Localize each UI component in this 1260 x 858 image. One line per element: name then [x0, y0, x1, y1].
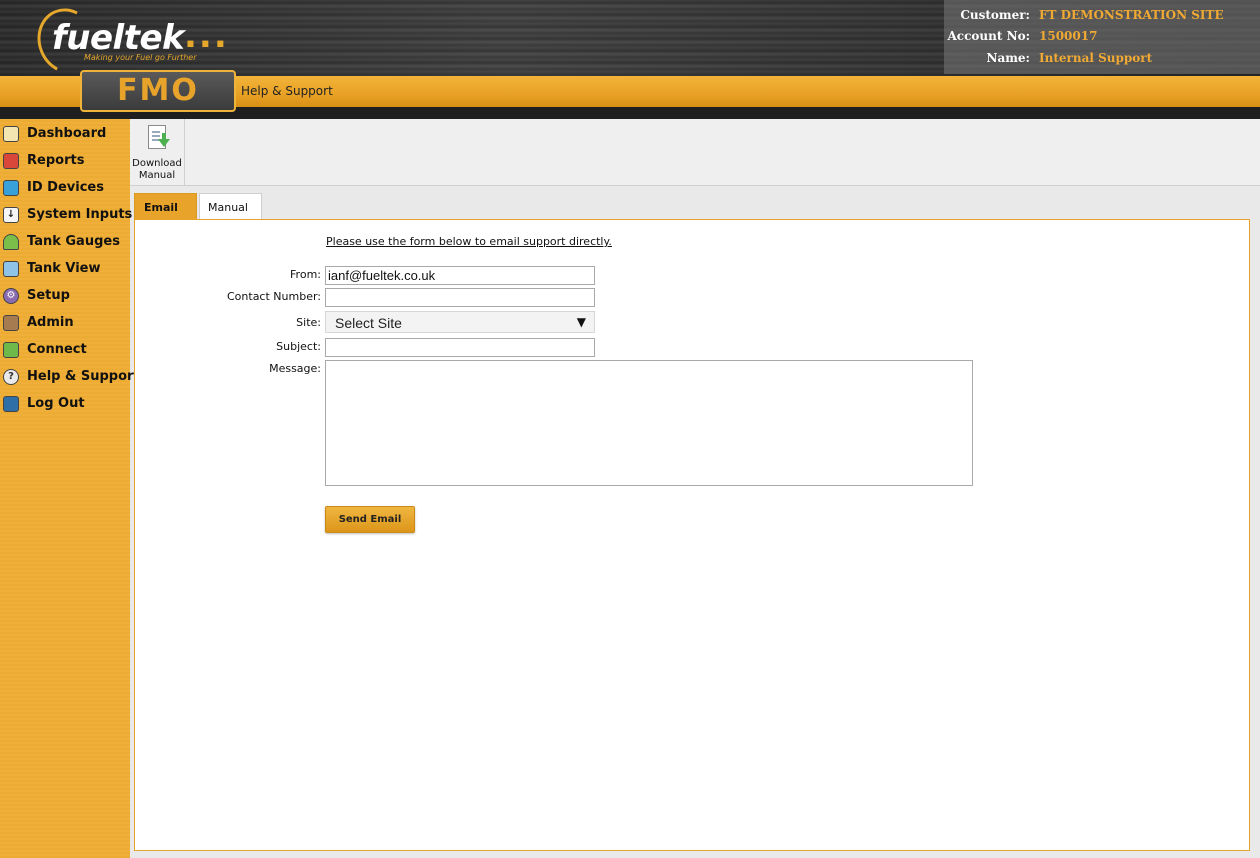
sidebar-item-label: Help & Support	[27, 369, 140, 384]
site-label: Site:	[296, 316, 321, 329]
admin-icon	[3, 315, 19, 331]
download-manual-button[interactable]: Download Manual	[130, 119, 185, 185]
logo-dots: ...	[184, 16, 229, 56]
download-label-line1: Download	[132, 158, 182, 169]
sidebar-item-connect[interactable]: Connect	[3, 339, 130, 363]
sidebar-item-setup[interactable]: ⚙ Setup	[3, 285, 130, 309]
system-inputs-icon: ↓	[3, 207, 19, 223]
id-devices-icon	[3, 180, 19, 196]
sidebar-item-tank-view[interactable]: Tank View	[3, 258, 130, 282]
download-manual-label: Download Manual	[130, 158, 184, 182]
message-textarea[interactable]	[325, 360, 973, 486]
contact-number-label: Contact Number:	[227, 290, 321, 303]
reports-icon	[3, 153, 19, 169]
tab-email[interactable]: Email	[134, 193, 197, 219]
page-title: Help & Support	[241, 84, 333, 98]
from-field[interactable]	[325, 266, 595, 285]
sidebar-item-system-inputs[interactable]: ↓ System Inputs	[3, 204, 133, 228]
sidebar-item-admin[interactable]: Admin	[3, 312, 130, 336]
account-value: 1500017	[1039, 29, 1098, 43]
subject-label: Subject:	[276, 340, 321, 353]
connect-icon	[3, 342, 19, 358]
sidebar-item-label: Log Out	[27, 396, 85, 411]
from-label: From:	[290, 268, 321, 281]
sidebar-item-reports[interactable]: Reports	[3, 150, 130, 174]
sidebar-item-label: ID Devices	[27, 180, 104, 195]
account-row: Account No: 1500017	[944, 29, 1260, 49]
sidebar-item-label: Tank Gauges	[27, 234, 120, 249]
help-icon: ?	[3, 369, 19, 385]
sidebar-item-label: Setup	[27, 288, 70, 303]
name-row: Name: Internal Support	[944, 51, 1260, 71]
toolbar: Download Manual	[130, 119, 1260, 186]
name-label: Name:	[986, 51, 1030, 65]
name-value: Internal Support	[1039, 51, 1153, 65]
site-select[interactable]: Select Site ▼	[325, 311, 595, 333]
logout-icon	[3, 396, 19, 412]
sidebar-item-tank-gauges[interactable]: Tank Gauges	[3, 231, 130, 255]
account-label: Account No:	[947, 29, 1031, 43]
setup-gear-icon: ⚙	[3, 288, 19, 304]
fueltek-logo[interactable]: fueltek ... Making your Fuel go Further	[28, 0, 236, 82]
message-label: Message:	[269, 362, 321, 375]
tank-view-icon	[3, 261, 19, 277]
site-select-value: Select Site	[335, 315, 402, 331]
account-info-box: Customer: FT DEMONSTRATION SITE Account …	[944, 0, 1260, 74]
email-form-panel	[134, 219, 1250, 851]
logo-tagline: Making your Fuel go Further	[84, 53, 197, 62]
tank-gauges-icon	[3, 234, 19, 250]
contact-number-field[interactable]	[325, 288, 595, 307]
sidebar-item-label: Reports	[27, 153, 85, 168]
fmo-label: FMO	[117, 73, 199, 108]
fmo-badge: FMO	[80, 70, 236, 112]
sidebar-item-label: Connect	[27, 342, 87, 357]
form-intro-text: Please use the form below to email suppo…	[326, 235, 612, 248]
tab-manual[interactable]: Manual	[199, 193, 262, 219]
sidebar-item-label: Dashboard	[27, 126, 107, 141]
sidebar-item-label: Admin	[27, 315, 74, 330]
sidebar-item-help-support[interactable]: ? Help & Support	[3, 366, 140, 390]
sidebar-item-id-devices[interactable]: ID Devices	[3, 177, 130, 201]
subject-field[interactable]	[325, 338, 595, 357]
dropdown-arrow-icon: ▼	[576, 315, 586, 329]
sidebar-item-log-out[interactable]: Log Out	[3, 393, 130, 417]
customer-value: FT DEMONSTRATION SITE	[1039, 8, 1224, 22]
sidebar: Dashboard Reports ID Devices ↓ System In…	[0, 119, 140, 858]
sidebar-item-dashboard[interactable]: Dashboard	[3, 123, 130, 147]
download-arrow-icon	[158, 133, 170, 147]
customer-row: Customer: FT DEMONSTRATION SITE	[944, 8, 1260, 28]
dashboard-icon	[3, 126, 19, 142]
send-email-button[interactable]: Send Email	[325, 506, 415, 533]
customer-label: Customer:	[960, 8, 1030, 22]
sidebar-item-label: Tank View	[27, 261, 101, 276]
logo-word: fueltek	[52, 18, 185, 58]
download-label-line2: Manual	[138, 170, 176, 181]
sidebar-item-label: System Inputs	[27, 207, 133, 222]
